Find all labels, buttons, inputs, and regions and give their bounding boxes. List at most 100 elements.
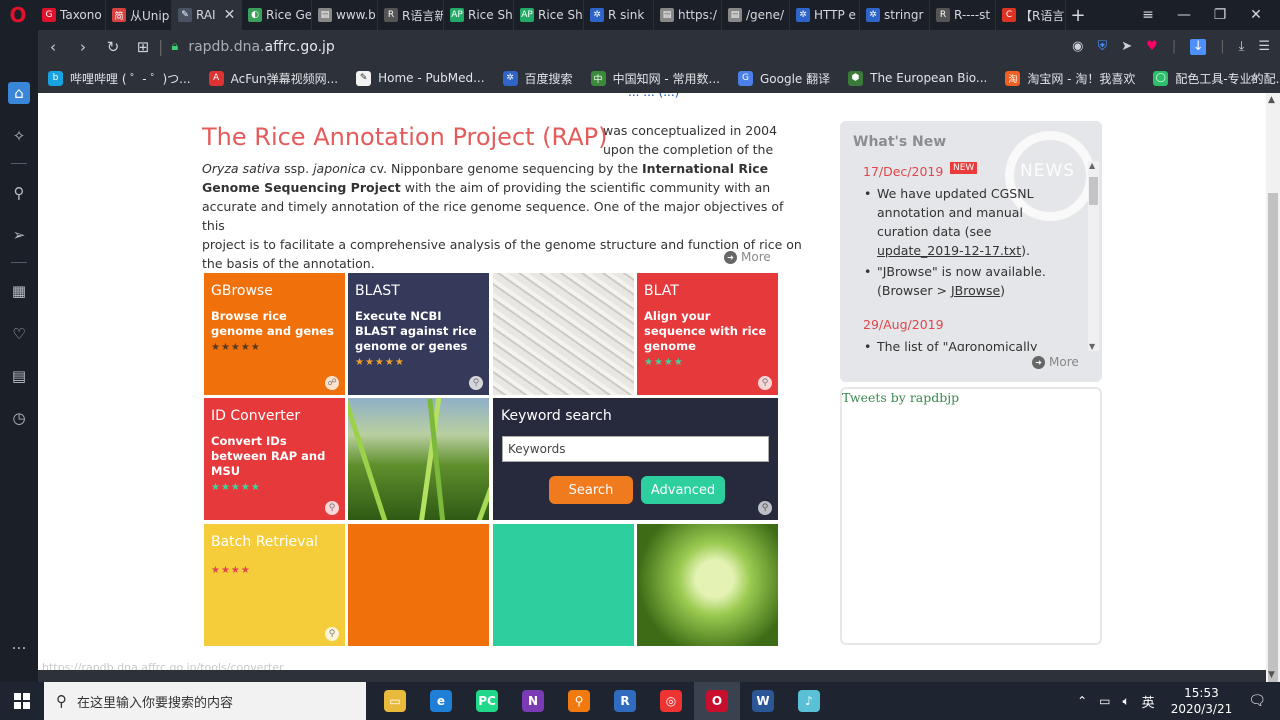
camera-icon[interactable]: ◉ <box>1072 39 1083 54</box>
news-more-link[interactable]: ➜ More <box>1032 355 1079 369</box>
browser-tab[interactable]: ▤ www.b <box>312 0 378 30</box>
taskbar-search-box[interactable]: ⚲ 在这里输入你要搜索的内容 <box>44 682 366 720</box>
browser-tab[interactable]: ✎ RAI ✕ <box>172 0 242 30</box>
flow-icon[interactable]: ➢ <box>8 224 30 246</box>
bookmark-item[interactable]: 中中国知网 - 常用数... <box>590 70 720 87</box>
sidebar-more-icon[interactable]: … <box>8 633 30 655</box>
tile-gbrowse[interactable]: GBrowse Browse rice genome and genes ★★★★… <box>204 273 345 395</box>
news-scroll-thumb[interactable] <box>1089 177 1098 205</box>
tile-batch-retrieval[interactable]: Batch Retrieval ★★★★ ⚲ <box>204 524 345 646</box>
keyword-input[interactable] <box>502 436 769 462</box>
bookmark-item[interactable]: 淘淘宝网 - 淘！我喜欢 <box>1005 70 1135 87</box>
browser-tab[interactable]: C 【R语言 <box>996 0 1066 30</box>
new-tab-button[interactable]: + <box>1066 0 1090 30</box>
browser-tab[interactable]: 简从Unip <box>106 0 172 30</box>
taskbar-app-icon[interactable]: ▭ <box>372 682 418 720</box>
intro-rest-1: with the aim of providing the scientific… <box>400 180 771 195</box>
browser-tab[interactable]: ◐ Rice Ge <box>242 0 312 30</box>
tray-chevron-icon[interactable]: ⌃ <box>1077 694 1087 708</box>
taskbar-app-icon[interactable]: O <box>694 682 740 720</box>
browser-tab[interactable]: ✲ stringr <box>860 0 930 30</box>
speed-dial-sidebar-icon[interactable]: ✧ <box>8 125 30 147</box>
taskbar-clock[interactable]: 15:53 2020/3/21 <box>1171 685 1233 717</box>
taskbar-app-icon[interactable]: ◎ <box>648 682 694 720</box>
taskbar-app-icon[interactable]: R <box>602 682 648 720</box>
taskbar-app-icon[interactable]: e <box>418 682 464 720</box>
bookmark-favicon-icon: G <box>737 70 753 86</box>
bookmarks-overflow-icon[interactable]: » <box>1250 71 1258 86</box>
back-icon[interactable]: ‹ <box>38 38 68 56</box>
close-window-icon[interactable]: ✕ <box>1238 7 1274 23</box>
volume-icon[interactable]: 🔈︎ <box>1122 694 1129 709</box>
ime-indicator[interactable]: 英 <box>1142 692 1155 711</box>
news-item-2-link[interactable]: JBrowse <box>951 283 1000 298</box>
battery-icon[interactable]: ▭ <box>1099 694 1110 708</box>
taskbar-app-icon[interactable]: PC <box>464 682 510 720</box>
news-scroll-down-icon[interactable]: ▼ <box>1089 342 1095 351</box>
scroll-down-icon[interactable]: ▼ <box>1268 670 1275 680</box>
search-button[interactable]: Search <box>549 476 633 504</box>
home-icon[interactable]: ⌂ <box>8 82 30 104</box>
tile-blat[interactable]: BLAT Align your sequence with rice genom… <box>637 273 778 395</box>
bookmarks-heart-icon[interactable]: ♡ <box>8 323 30 345</box>
download-extension-icon[interactable]: ↓ <box>1190 38 1207 55</box>
opera-menu-icon[interactable]: O <box>0 0 36 30</box>
tile-blast[interactable]: BLAST Execute NCBI BLAST against rice ge… <box>348 273 489 395</box>
bookmark-item[interactable]: ⬢ The European Bio... <box>848 70 987 86</box>
forward-icon[interactable]: › <box>68 38 98 56</box>
browser-tab[interactable]: ▤ /gene/ <box>722 0 790 30</box>
shield-icon[interactable]: ⛨ <box>1097 39 1107 54</box>
news-icon[interactable]: ▤ <box>8 365 30 387</box>
notification-icon[interactable]: 🗨︎ <box>1248 693 1266 709</box>
taskbar-app-icon[interactable]: ⚲ <box>556 682 602 720</box>
bookmark-item[interactable]: b 哔哩哔哩 ( ゜- ゜)つ... <box>48 70 191 87</box>
speed-dial-icon[interactable]: ⊞ <box>128 38 158 56</box>
scroll-up-icon[interactable]: ▲ <box>1268 95 1275 105</box>
downloads-icon[interactable]: ⤓ <box>1239 39 1245 54</box>
intro-rest-2: accurate and timely annotation of the ri… <box>202 199 784 233</box>
url-field[interactable]: rapdb.dna.affrc.go.jp <box>188 39 335 55</box>
bookmark-item[interactable]: G Google 翻译 <box>737 70 830 87</box>
windows-start-icon[interactable] <box>0 682 44 720</box>
tab-menu-icon[interactable]: ≡ <box>1130 7 1166 23</box>
page-scrollbar[interactable]: ▲ ▼ <box>1266 93 1280 701</box>
page-scroll-thumb[interactable] <box>1268 193 1278 701</box>
send-icon[interactable]: ➤ <box>1121 39 1132 54</box>
news-item-1-link[interactable]: update_2019-12-17.txt <box>877 243 1021 258</box>
tab-favicon-icon: ▤ <box>318 8 332 22</box>
intro-more-link[interactable]: ➜ More <box>724 250 771 264</box>
browser-tab[interactable]: AP Rice Sh <box>514 0 584 30</box>
bookmark-item[interactable]: ◯ 配色工具-专业的配... <box>1153 70 1280 87</box>
history-icon[interactable]: ◷ <box>8 407 30 429</box>
browser-tab[interactable]: G Taxono <box>36 0 106 30</box>
browser-tab[interactable]: ✲ R sink <box>584 0 654 30</box>
tweets-link[interactable]: Tweets by rapdbjp <box>842 390 959 405</box>
advanced-button[interactable]: Advanced <box>641 476 725 504</box>
leaf-1 <box>348 398 393 520</box>
restore-icon[interactable]: ❐ <box>1202 7 1238 23</box>
top-cut-links[interactable]: ... ... (...) <box>628 93 679 99</box>
lock-icon[interactable]: 🔒︎ <box>171 39 178 54</box>
bookmark-item[interactable]: ✲ 百度搜索 <box>502 70 573 87</box>
browser-tab[interactable]: ✲ HTTP e <box>790 0 860 30</box>
browser-tab[interactable]: AP Rice Sh <box>444 0 514 30</box>
bookmark-item[interactable]: ✎ Home - PubMed... <box>356 70 485 86</box>
taskbar-app-icon[interactable]: W <box>740 682 786 720</box>
news-scroll-up-icon[interactable]: ▲ <box>1089 161 1095 170</box>
close-tab-icon[interactable]: ✕ <box>224 7 236 23</box>
browser-tab[interactable]: R R语言新 <box>378 0 444 30</box>
bookmark-item[interactable]: A AcFun弹幕视频网... <box>208 70 338 87</box>
easy-setup-icon[interactable]: ☰ <box>1258 39 1270 54</box>
browser-tab[interactable]: ▤ https:/ <box>654 0 722 30</box>
tile-id-converter[interactable]: ID Converter Convert IDs between RAP and… <box>204 398 345 520</box>
taskbar-app-icon[interactable]: ♪ <box>786 682 832 720</box>
reload-icon[interactable]: ↻ <box>98 38 128 56</box>
workspaces-icon[interactable]: ▦ <box>8 280 30 302</box>
taskbar-search-icon: ⚲ <box>56 692 67 710</box>
minimize-icon[interactable]: — <box>1166 7 1202 23</box>
search-icon[interactable]: ⚲ <box>8 182 30 204</box>
taskbar-app-icon[interactable]: N <box>510 682 556 720</box>
heart-icon[interactable]: ♥ <box>1146 39 1158 54</box>
news-scrollbar[interactable]: ▲ ▼ <box>1088 161 1099 351</box>
browser-tab[interactable]: R R----st <box>930 0 996 30</box>
